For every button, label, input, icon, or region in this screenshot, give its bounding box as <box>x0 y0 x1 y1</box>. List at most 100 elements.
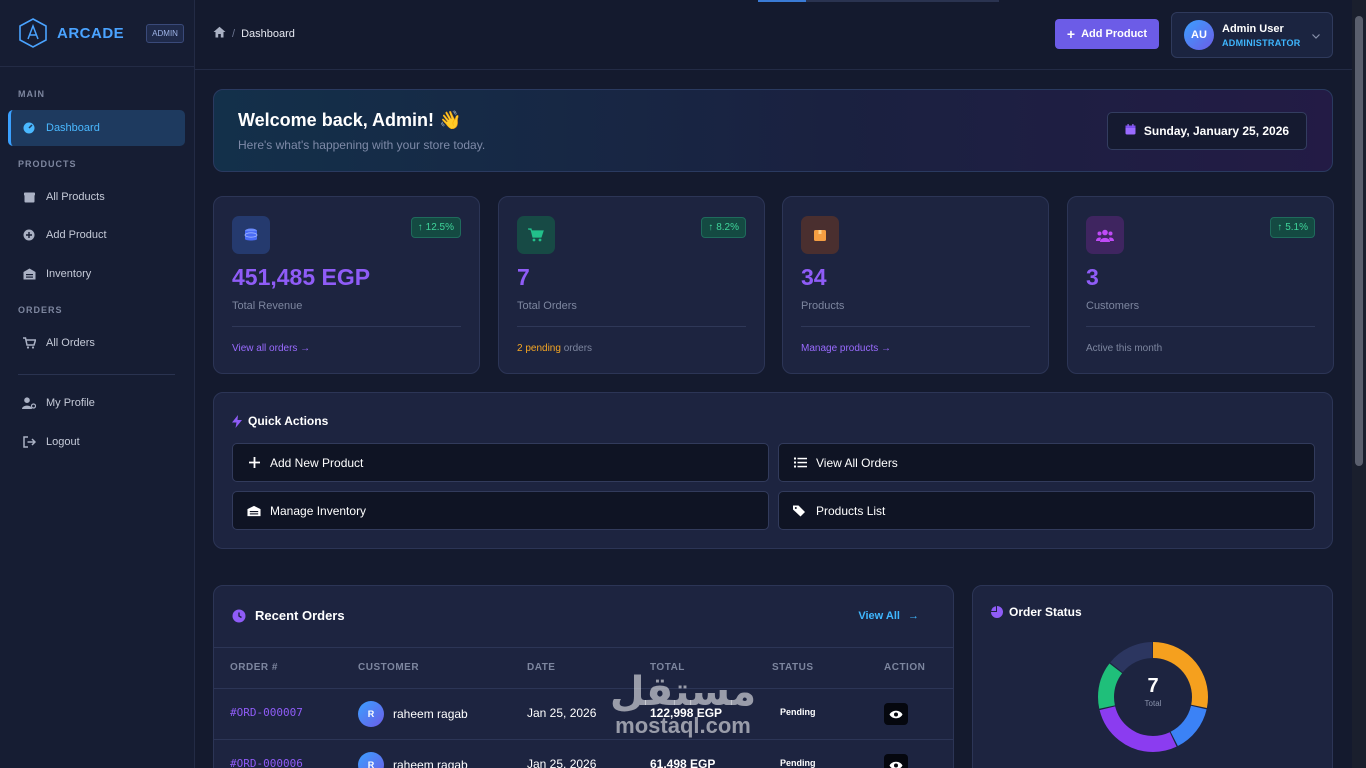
view-all-orders-button[interactable]: View All Orders <box>778 443 1315 482</box>
breadcrumb-separator: / <box>232 27 236 40</box>
sidebar-item-label: All Orders <box>46 337 95 349</box>
cart-icon <box>517 216 555 254</box>
sidebar: ARCADE ADMIN MAIN Dashboard PRODUCTS All… <box>0 0 195 768</box>
stat-value: 3 <box>1086 264 1099 290</box>
order-id-link[interactable]: #ORD-000006 <box>230 757 303 768</box>
current-date: Sunday, January 25, 2026 <box>1107 112 1307 150</box>
add-product-label: Add Product <box>1081 28 1148 40</box>
eye-icon <box>884 754 908 768</box>
view-all-link[interactable]: View All → <box>858 610 919 622</box>
divider <box>517 326 746 327</box>
sidebar-item-logout[interactable]: Logout <box>8 424 185 460</box>
welcome-title: Welcome back, Admin! 👋 <box>238 110 462 130</box>
topbar: / Dashboard + Add Product AU Admin User … <box>195 0 1352 70</box>
sidebar-item-label: All Products <box>46 191 105 203</box>
recent-orders-label: Recent Orders <box>255 608 345 623</box>
pending-suffix: orders <box>560 343 593 354</box>
plus-icon: + <box>1066 26 1076 42</box>
user-gear-icon <box>22 396 36 410</box>
breadcrumb-current: Dashboard <box>241 27 295 40</box>
scrollbar[interactable] <box>1352 0 1366 768</box>
customer-name: raheem ragab <box>393 758 468 768</box>
home-icon[interactable] <box>213 26 226 41</box>
dashboard-icon <box>22 121 36 135</box>
manage-products-link[interactable]: Manage products → <box>801 343 891 354</box>
row-divider <box>214 688 953 689</box>
divider <box>801 326 1030 327</box>
sidebar-item-add-product[interactable]: Add Product <box>8 217 185 253</box>
order-total: 61,498 EGP <box>650 757 716 768</box>
recent-orders-panel: Recent Orders View All → ORDER # CUSTOME… <box>213 585 954 768</box>
order-date: Jan 25, 2026 <box>527 706 597 720</box>
arrow-up-icon: ↑ <box>708 222 714 233</box>
order-status-panel: Order Status 7 Total <box>972 585 1333 768</box>
sidebar-item-all-orders[interactable]: All Orders <box>8 325 185 361</box>
view-all-orders-link[interactable]: View all orders → <box>232 343 310 354</box>
button-label: Products List <box>816 503 886 518</box>
customer-name: raheem ragab <box>393 707 468 721</box>
user-name: Admin User <box>1222 22 1284 35</box>
stat-card-customers: ↑ 5.1% 3 Customers Active this month <box>1067 196 1334 374</box>
total-orders-count: 7 <box>1147 675 1159 697</box>
status-badge: Pending <box>780 758 816 768</box>
sidebar-item-label: Logout <box>46 436 80 448</box>
column-header-date: DATE <box>527 662 556 673</box>
order-status-title: Order Status <box>991 605 1082 619</box>
logout-icon <box>22 435 36 449</box>
customer-avatar: R <box>358 701 384 727</box>
scrollbar-thumb[interactable] <box>1355 16 1363 466</box>
divider <box>232 326 461 327</box>
order-id-link[interactable]: #ORD-000007 <box>230 706 303 719</box>
stat-label: Products <box>801 300 845 312</box>
trend-badge: ↑ 12.5% <box>410 217 461 238</box>
welcome-subtitle: Here's what's happening with your store … <box>238 138 486 152</box>
trend-badge: ↑ 5.1% <box>1270 217 1315 238</box>
button-label: Add New Product <box>270 455 364 470</box>
brand[interactable]: ARCADE ADMIN <box>0 0 194 67</box>
header-divider <box>214 647 953 648</box>
quick-actions-title: Quick Actions <box>232 414 328 428</box>
sidebar-item-label: Inventory <box>46 268 92 280</box>
sidebar-item-dashboard[interactable]: Dashboard <box>8 110 185 146</box>
add-product-button[interactable]: + Add Product <box>1055 19 1159 49</box>
sidebar-item-label: Add Product <box>46 229 107 241</box>
warehouse-icon <box>247 504 261 518</box>
plus-circle-icon <box>22 228 36 242</box>
manage-inventory-button[interactable]: Manage Inventory <box>232 491 769 530</box>
order-status-label: Order Status <box>1009 605 1082 619</box>
row-divider <box>214 739 953 740</box>
top-tab-indicator <box>758 0 806 2</box>
arrow-up-icon: ↑ <box>417 222 423 233</box>
sidebar-item-my-profile[interactable]: My Profile <box>8 385 185 421</box>
status-text: Pending <box>780 758 816 768</box>
stat-label: Customers <box>1086 300 1140 312</box>
sidebar-item-all-products[interactable]: All Products <box>8 179 185 215</box>
divider <box>1086 326 1315 327</box>
pending-count: 2 pending <box>517 343 561 354</box>
trend-value: 5.1% <box>1285 222 1308 233</box>
donut-center: 7 Total <box>1112 675 1194 708</box>
user-menu[interactable]: AU Admin User ADMINISTRATOR <box>1171 12 1333 58</box>
stat-value: 7 <box>517 264 530 290</box>
view-all-label: View All <box>858 610 900 622</box>
stat-label: Total Orders <box>517 300 577 312</box>
section-label-products: PRODUCTS <box>18 159 77 169</box>
products-list-button[interactable]: Products List <box>778 491 1315 530</box>
hexagon-logo-icon <box>19 18 47 48</box>
arrow-right-icon: → <box>908 610 919 622</box>
column-header-status: STATUS <box>772 662 814 673</box>
brand-name: ARCADE <box>57 24 125 42</box>
stat-card-revenue: ↑ 12.5% 451,485 EGP Total Revenue View al… <box>213 196 480 374</box>
order-date: Jan 25, 2026 <box>527 757 597 768</box>
avatar: AU <box>1184 20 1214 50</box>
warehouse-icon <box>22 267 36 281</box>
active-note: Active this month <box>1086 343 1163 354</box>
view-order-button[interactable] <box>884 754 908 768</box>
sidebar-item-inventory[interactable]: Inventory <box>8 256 185 292</box>
pie-chart-icon <box>991 606 1003 618</box>
column-header-order: ORDER # <box>230 662 278 673</box>
trend-badge: ↑ 8.2% <box>701 217 746 238</box>
column-header-action: ACTION <box>884 662 926 673</box>
add-new-product-button[interactable]: Add New Product <box>232 443 769 482</box>
view-order-button[interactable] <box>884 703 908 725</box>
